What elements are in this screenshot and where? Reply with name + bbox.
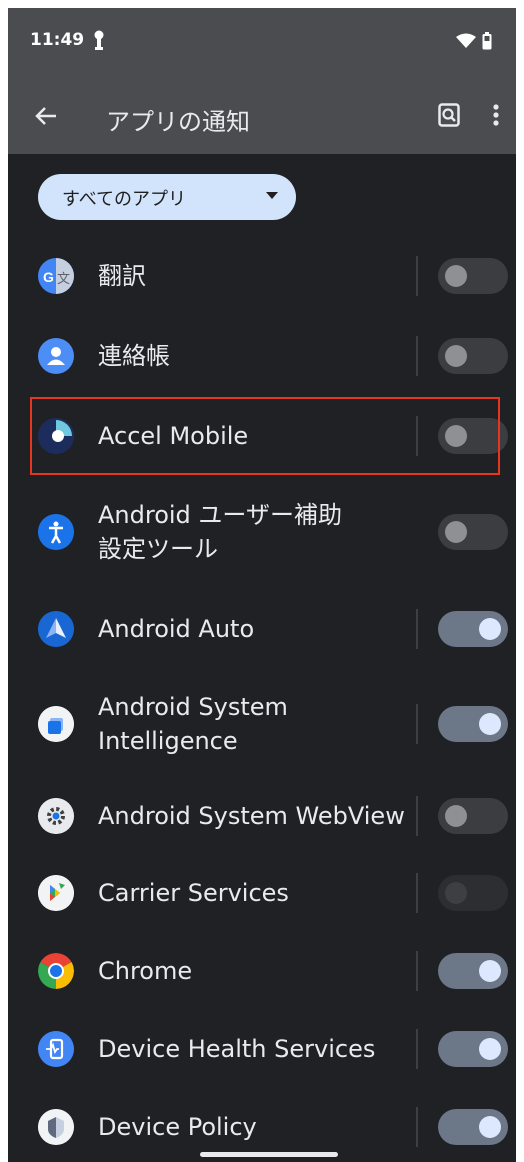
app-row-contacts[interactable]: 連絡帳 <box>8 328 516 384</box>
app-row-device-policy[interactable]: Device Policy <box>8 1099 516 1155</box>
app-filter-dropdown[interactable]: すべてのアプリ <box>38 174 296 220</box>
toggle-knob <box>479 1116 501 1138</box>
app-label: Android System WebView <box>98 802 405 830</box>
divider <box>416 609 418 649</box>
notification-toggle[interactable] <box>438 875 508 911</box>
notification-toggle[interactable] <box>438 611 508 647</box>
accessibility-icon <box>38 514 74 550</box>
app-row-chrome[interactable]: Chrome <box>8 943 516 999</box>
highlight-box <box>30 397 500 475</box>
app-row-accessibility-suite[interactable]: Android ユーザー補助 設定ツール <box>8 494 516 570</box>
status-icons <box>456 32 492 50</box>
status-bar: 11:49 <box>8 8 516 78</box>
more-options-button[interactable] <box>486 100 506 130</box>
device-policy-icon <box>38 1109 74 1145</box>
app-bar: アプリの通知 <box>8 78 516 154</box>
divider <box>416 951 418 991</box>
more-vert-icon <box>493 104 499 126</box>
app-row-system-intelligence[interactable]: Android System Intelligence <box>8 686 516 762</box>
divider <box>416 1029 418 1069</box>
contacts-icon <box>38 338 74 374</box>
toggle-knob <box>479 713 501 735</box>
app-row-carrier-services[interactable]: Carrier Services <box>8 865 516 921</box>
app-label: Android Auto <box>98 615 255 643</box>
toggle-knob <box>479 1038 501 1060</box>
app-label: Carrier Services <box>98 879 289 907</box>
key-icon <box>94 30 104 50</box>
filter-label: すべてのアプリ <box>62 189 187 210</box>
toggle-knob <box>445 521 467 543</box>
app-label: 連絡帳 <box>98 342 170 370</box>
page-title: アプリの通知 <box>106 108 250 136</box>
carrier-services-icon <box>38 875 74 911</box>
notification-toggle[interactable] <box>438 514 508 550</box>
search-icon <box>438 103 460 127</box>
notification-toggle[interactable] <box>438 798 508 834</box>
divider <box>416 704 418 744</box>
toggle-knob <box>445 805 467 827</box>
notification-toggle[interactable] <box>438 1031 508 1067</box>
app-row-android-auto[interactable]: Android Auto <box>8 601 516 657</box>
gesture-nav-handle[interactable] <box>200 1152 338 1157</box>
webview-gear-icon <box>38 798 74 834</box>
app-row-webview[interactable]: Android System WebView <box>8 788 516 844</box>
svg-text:G: G <box>43 269 54 285</box>
google-translate-icon: G 文 <box>38 258 74 294</box>
svg-text:文: 文 <box>57 272 70 287</box>
battery-icon <box>482 32 492 50</box>
divider <box>416 873 418 913</box>
android-auto-icon <box>38 611 74 647</box>
chrome-icon <box>38 953 74 989</box>
wifi-icon <box>456 33 476 48</box>
app-row-device-health[interactable]: Device Health Services <box>8 1021 516 1077</box>
notification-toggle[interactable] <box>438 953 508 989</box>
app-row-translate[interactable]: G 文 翻訳 <box>8 248 516 304</box>
app-label: 翻訳 <box>98 262 146 290</box>
notification-toggle[interactable] <box>438 1109 508 1145</box>
system-intelligence-icon <box>38 706 74 742</box>
app-label: Chrome <box>98 957 193 985</box>
toggle-knob <box>479 960 501 982</box>
phone-screen: 11:49 アプリの通知 すべてのアプリ G 文 翻訳 連絡帳 Accel Mo… <box>8 8 516 1162</box>
app-label: Android System Intelligence <box>98 693 288 755</box>
notification-toggle[interactable] <box>438 706 508 742</box>
app-label: Device Policy <box>98 1113 257 1141</box>
toggle-knob <box>445 882 467 904</box>
notification-toggle[interactable] <box>438 338 508 374</box>
status-time: 11:49 <box>30 30 85 50</box>
app-label: Android ユーザー補助 設定ツール <box>98 501 342 563</box>
divider <box>416 336 418 376</box>
toggle-knob <box>445 265 467 287</box>
divider <box>416 1107 418 1147</box>
toggle-knob <box>479 618 501 640</box>
app-label: Device Health Services <box>98 1035 376 1063</box>
toggle-knob <box>445 345 467 367</box>
divider <box>416 796 418 836</box>
search-button[interactable] <box>434 100 464 130</box>
divider <box>416 256 418 296</box>
caret-down-icon <box>266 192 278 199</box>
arrow-left-icon <box>35 107 56 125</box>
back-button[interactable] <box>30 100 62 132</box>
notification-toggle[interactable] <box>438 258 508 294</box>
device-health-icon <box>38 1031 74 1067</box>
